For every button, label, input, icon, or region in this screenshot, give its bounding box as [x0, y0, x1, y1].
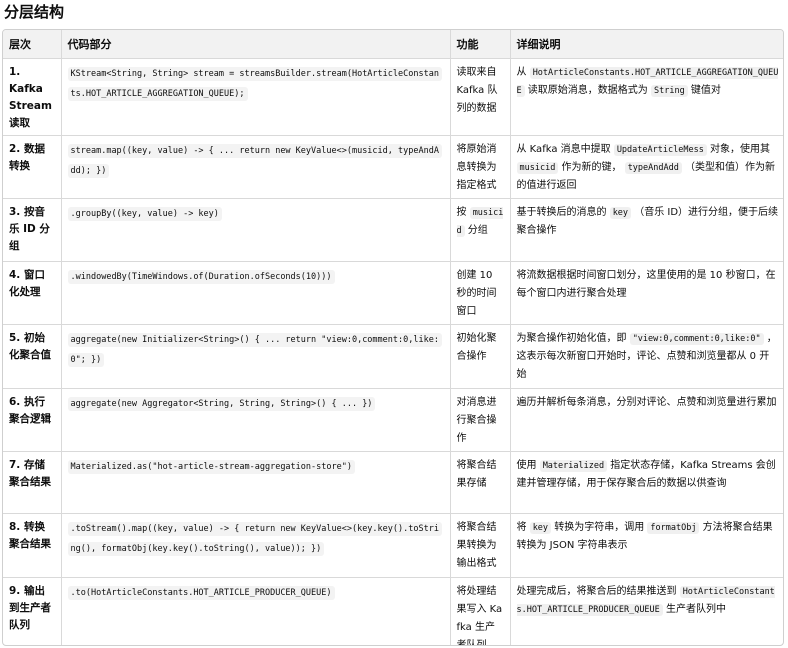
- inline-code: String: [650, 85, 688, 97]
- header-function: 功能: [450, 30, 511, 59]
- detail-text: 作为新的键，: [558, 162, 625, 173]
- code-cell: .groupBy((key, value) -> key): [61, 198, 451, 262]
- layer-table: 层次 代码部分 功能 详细说明 1. Kafka Stream 读取 KStrea…: [3, 30, 783, 646]
- function-cell: 将原始消息转换为指定格式: [450, 135, 511, 199]
- code-snippet: KStream<String, String> stream = streams…: [67, 67, 442, 101]
- layer-cell: 3. 按音乐 ID 分组: [3, 198, 62, 262]
- table-row: 2. 数据转换 stream.map((key, value) -> { ... …: [3, 135, 783, 199]
- inline-code: Materialized: [539, 460, 608, 472]
- detail-text: 按: [456, 207, 470, 218]
- detail-cell: 遍历并解析每条消息，分别对评论、点赞和浏览量进行累加: [510, 388, 783, 452]
- inline-code: typeAndAdd: [624, 162, 682, 174]
- layer-cell: 6. 执行聚合逻辑: [3, 388, 62, 452]
- detail-cell: 使用 Materialized 指定状态存储，Kafka Streams 会创建…: [510, 451, 783, 514]
- code-snippet: Materialized.as("hot-article-stream-aggr…: [67, 460, 355, 474]
- detail-cell: 将流数据根据时间窗口划分，这里使用的是 10 秒窗口，在每个窗口内进行聚合处理: [510, 261, 783, 325]
- code-snippet: .to(HotArticleConstants.HOT_ARTICLE_PROD…: [67, 586, 335, 600]
- table-row: 9. 输出到生产者队列 .to(HotArticleConstants.HOT_A…: [3, 577, 783, 646]
- structure-table: 层次 代码部分 功能 详细说明 1. Kafka Stream 读取 KStrea…: [2, 29, 784, 646]
- layer-cell: 7. 存储聚合结果: [3, 451, 62, 514]
- code-cell: aggregate(new Aggregator<String, String,…: [61, 388, 451, 452]
- header-layer: 层次: [3, 30, 62, 59]
- function-cell: 按 musicid 分组: [450, 198, 511, 262]
- table-row: 3. 按音乐 ID 分组 .groupBy((key, value) -> key…: [3, 198, 783, 262]
- code-cell: .toStream().map((key, value) -> { return…: [61, 513, 451, 578]
- table-row: 1. Kafka Stream 读取 KStream<String, String…: [3, 58, 783, 136]
- code-snippet: aggregate(new Aggregator<String, String,…: [67, 397, 376, 411]
- header-code: 代码部分: [61, 30, 451, 59]
- detail-text: 处理完成后，将聚合后的结果推送到: [516, 586, 680, 597]
- detail-text: 为聚合操作初始化值，即: [516, 333, 630, 344]
- function-cell: 将处理结果写入 Kafka 生产者队列: [450, 577, 511, 645]
- function-cell: 创建 10 秒的时间窗口: [450, 261, 511, 325]
- detail-text: 基于转换后的消息的: [516, 207, 610, 218]
- layer-cell: 4. 窗口化处理: [3, 261, 62, 325]
- function-cell: 对消息进行聚合操作: [450, 388, 511, 452]
- code-cell: KStream<String, String> stream = streams…: [61, 58, 451, 136]
- code-cell: stream.map((key, value) -> { ... return …: [61, 135, 451, 199]
- code-cell: .to(HotArticleConstants.HOT_ARTICLE_PROD…: [61, 577, 451, 645]
- detail-text: 将: [516, 522, 530, 533]
- detail-cell: 为聚合操作初始化值，即 "view:0,comment:0,like:0" ，这…: [510, 324, 783, 389]
- table-row: 5. 初始化聚合值 aggregate(new Initializer<Strin…: [3, 324, 783, 389]
- detail-text: 键值对: [687, 85, 721, 96]
- table-row: 4. 窗口化处理 .windowedBy(TimeWindows.of(Durat…: [3, 261, 783, 325]
- detail-cell: 从 Kafka 消息中提取 UpdateArticleMess 对象，使用其 m…: [510, 135, 783, 199]
- page-title: 分层结构: [4, 3, 65, 21]
- layer-cell: 5. 初始化聚合值: [3, 324, 62, 389]
- function-cell: 将聚合结果转换为输出格式: [450, 513, 511, 578]
- inline-code: musicid: [516, 162, 559, 174]
- table-row: 7. 存储聚合结果 Materialized.as("hot-article-st…: [3, 451, 783, 514]
- layer-cell: 2. 数据转换: [3, 135, 62, 199]
- detail-cell: 处理完成后，将聚合后的结果推送到 HotArticleConstants.HOT…: [510, 578, 783, 646]
- detail-text: 转换为字符串，调用: [551, 522, 648, 533]
- code-cell: aggregate(new Initializer<String>() { ..…: [61, 324, 451, 389]
- detail-text: 从: [516, 67, 530, 78]
- table-header-row: 层次 代码部分 功能 详细说明: [3, 30, 783, 59]
- detail-text: 使用: [516, 460, 540, 471]
- function-cell: 读取来自 Kafka 队列的数据: [450, 58, 511, 136]
- layer-cell: 9. 输出到生产者队列: [3, 577, 62, 645]
- detail-cell: 从 HotArticleConstants.HOT_ARTICLE_AGGREG…: [510, 58, 783, 136]
- table-row: 6. 执行聚合逻辑 aggregate(new Aggregator<String…: [3, 388, 783, 452]
- detail-text: 遍历并解析每条消息，分别对评论、点赞和浏览量进行累加: [516, 397, 777, 408]
- inline-code: key: [529, 522, 552, 534]
- detail-text: 分组: [464, 225, 488, 236]
- inline-code: UpdateArticleMess: [613, 144, 707, 156]
- function-cell: 初始化聚合操作: [450, 324, 511, 389]
- function-cell: 将聚合结果存储: [450, 451, 511, 514]
- layer-cell: 8. 转换聚合结果: [3, 513, 62, 578]
- detail-text: 生产者队列中: [662, 604, 726, 615]
- code-snippet: aggregate(new Initializer<String>() { ..…: [67, 333, 442, 367]
- inline-code: key: [609, 207, 632, 219]
- code-snippet: .groupBy((key, value) -> key): [67, 207, 222, 221]
- code-snippet: .toStream().map((key, value) -> { return…: [67, 522, 442, 556]
- inline-code: formatObj: [647, 522, 700, 534]
- code-snippet: .windowedBy(TimeWindows.of(Duration.ofSe…: [67, 270, 335, 284]
- code-snippet: stream.map((key, value) -> { ... return …: [67, 144, 442, 178]
- code-cell: .windowedBy(TimeWindows.of(Duration.ofSe…: [61, 261, 451, 325]
- detail-cell: 基于转换后的消息的 key （音乐 ID）进行分组，便于后续聚合操作: [510, 198, 783, 262]
- detail-cell: 将 key 转换为字符串，调用 formatObj 方法将聚合结果转换为 JSO…: [510, 513, 783, 578]
- detail-text: 对象，使用其: [706, 144, 770, 155]
- inline-code: "view:0,comment:0,like:0": [629, 333, 764, 345]
- table-body: 1. Kafka Stream 读取 KStream<String, String…: [3, 58, 783, 646]
- table-row: 8. 转换聚合结果 .toStream().map((key, value) ->…: [3, 513, 783, 578]
- code-cell: Materialized.as("hot-article-stream-aggr…: [61, 451, 451, 514]
- header-detail: 详细说明: [510, 30, 783, 59]
- layer-cell: 1. Kafka Stream 读取: [3, 58, 62, 136]
- detail-text: 将流数据根据时间窗口划分，这里使用的是 10 秒窗口，在每个窗口内进行聚合处理: [516, 270, 776, 299]
- detail-text: 从 Kafka 消息中提取: [516, 144, 614, 155]
- detail-text: 读取原始消息，数据格式为: [524, 85, 651, 96]
